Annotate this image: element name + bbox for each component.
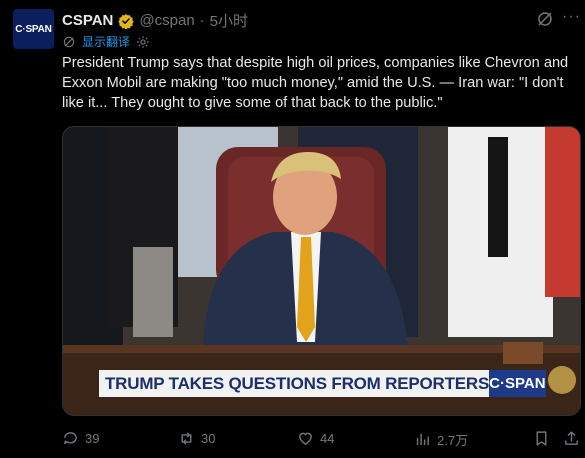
settings-gear-icon[interactable]	[136, 35, 150, 49]
display-name[interactable]: CSPAN	[62, 12, 113, 29]
reply-count: 39	[85, 431, 100, 446]
verified-badge-icon	[118, 13, 135, 29]
grok-icon[interactable]	[536, 10, 554, 28]
tweet-header: CSPAN @cspan · 5小时	[62, 10, 248, 31]
lower-third-banner: TRUMP TAKES QUESTIONS FROM REPORTERS C·S…	[99, 370, 546, 397]
translate-row: 显示翻译	[62, 33, 150, 50]
repost-button[interactable]: 30	[178, 430, 215, 447]
share-icon	[565, 431, 578, 445]
banner-headline: TRUMP TAKES QUESTIONS FROM REPORTERS	[99, 370, 489, 397]
tweet-text: President Trump says that despite high o…	[62, 55, 569, 111]
reply-icon	[64, 432, 77, 445]
show-translation-link[interactable]: 显示翻译	[82, 33, 130, 50]
avatar-logo-text: C·SPAN	[15, 23, 52, 35]
header-separator: ·	[199, 12, 205, 29]
share-button[interactable]	[563, 430, 580, 447]
action-bar: 39 30 44 2.7万	[62, 430, 582, 450]
avatar[interactable]: C·SPAN	[13, 9, 54, 49]
views-button[interactable]: 2.7万	[414, 430, 468, 449]
like-button[interactable]: 44	[297, 430, 334, 447]
handle[interactable]: @cspan	[139, 12, 194, 29]
translate-icon	[63, 36, 75, 47]
bookmark-icon	[536, 431, 547, 446]
banner-cspan-logo: C·SPAN	[489, 370, 546, 397]
like-count: 44	[320, 431, 335, 446]
bookmark-button[interactable]	[533, 430, 550, 447]
repost-icon	[181, 432, 192, 445]
views-chart-icon	[416, 433, 429, 446]
repost-count: 30	[201, 431, 216, 446]
more-options-icon[interactable]: ···	[562, 8, 581, 26]
reply-button[interactable]: 39	[62, 430, 99, 447]
views-count: 2.7万	[437, 433, 469, 448]
timestamp[interactable]: 5小时	[210, 10, 248, 31]
heart-icon	[299, 432, 312, 446]
